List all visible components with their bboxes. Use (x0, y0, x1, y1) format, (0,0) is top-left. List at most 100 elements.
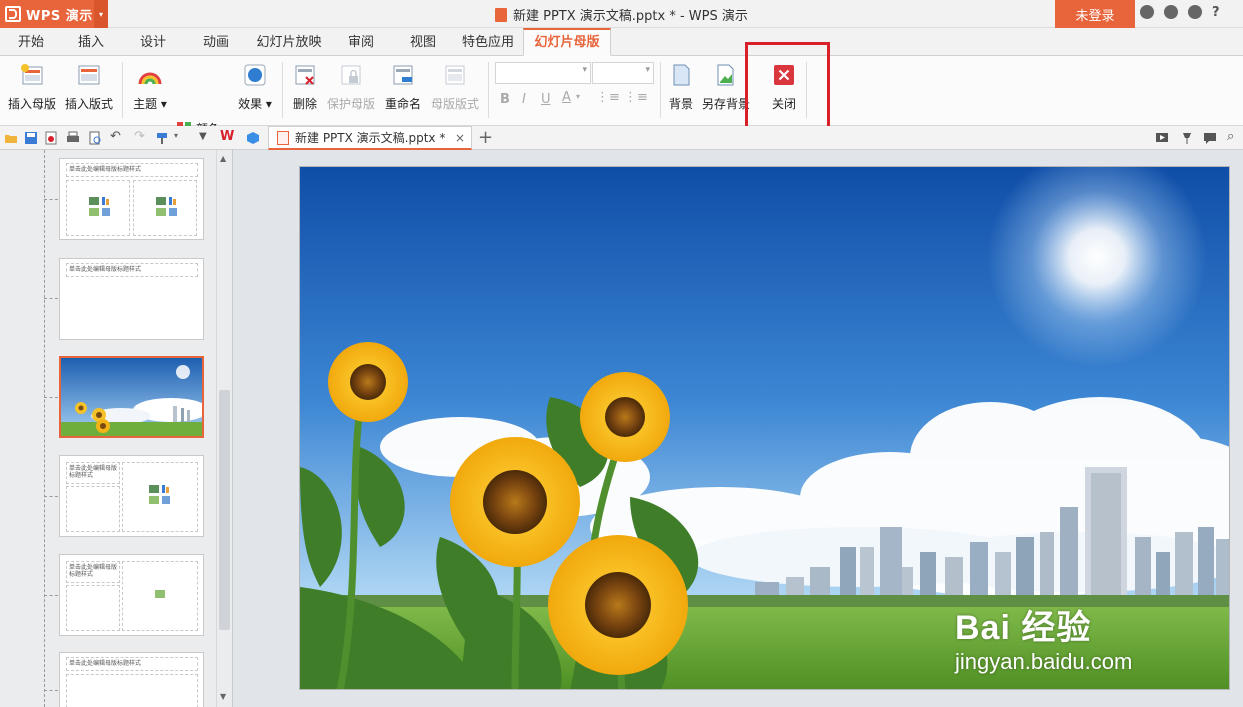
feedback-icon[interactable] (1188, 5, 1202, 19)
quick-access-toolbar: ↶ ↷ ▾ ▼ W 新建 PPTX 演示文稿.pptx * × + ⌕ (0, 126, 1243, 150)
search-icon[interactable]: ⌕ (1227, 129, 1234, 144)
chevron-down-icon[interactable]: ▼ (199, 131, 207, 142)
slideshow-play-icon[interactable] (1155, 131, 1169, 145)
print-preview-icon[interactable] (88, 131, 102, 145)
thumbnail-picture-caption[interactable]: 单击此处编辑母版标题样式 (59, 554, 204, 636)
protect-master-button[interactable]: 保护母版 (326, 62, 376, 112)
thumbnail-title: 单击此处编辑母版标题样式 (66, 462, 120, 484)
tab-home[interactable]: 开始 (8, 28, 54, 56)
redo-icon[interactable]: ↷ (134, 129, 145, 144)
scroll-up-icon[interactable]: ▲ (220, 154, 226, 163)
connector-tick (44, 199, 58, 200)
tab-special[interactable]: 特色应用 (458, 28, 518, 56)
thumbnail-vertical[interactable]: 单击此处编辑母版标题样式 (59, 652, 204, 707)
window-tools: ? (1140, 5, 1220, 20)
settings-icon[interactable] (1164, 5, 1178, 19)
insert-layout-button[interactable]: 插入版式 (63, 62, 115, 112)
thumbnail-image-selected[interactable] (59, 356, 204, 438)
customize-toolbar-icon[interactable]: ▾ (174, 131, 178, 140)
app-name: WPS 演示 (26, 8, 93, 24)
open-folder-icon[interactable] (4, 131, 18, 145)
format-painter-icon[interactable] (156, 131, 170, 145)
content-placeholder-icons (156, 197, 177, 216)
window-title: 新建 PPTX 演示文稿.pptx * - WPS 演示 (495, 5, 748, 24)
underline-button[interactable]: U (541, 92, 551, 107)
save-background-button[interactable]: 另存背景 (701, 62, 751, 112)
save-background-icon (717, 64, 734, 86)
thumbnail-comparison[interactable]: 单击此处编辑母版标题样式 (59, 455, 204, 537)
tab-slideshow[interactable]: 幻灯片放映 (252, 28, 326, 56)
baidu-jingyan-watermark: Bai 经验 jingyan.baidu.com (955, 600, 1132, 675)
bold-button[interactable]: B (500, 92, 510, 107)
thumbnail-title: 单击此处编辑母版标题样式 (66, 657, 198, 671)
theme-button[interactable]: 主题 ▾ (130, 62, 170, 112)
undo-icon[interactable]: ↶ (110, 129, 121, 144)
thumbnail-two-content[interactable]: 单击此处编辑母版标题样式 (59, 158, 204, 240)
chevron-down-icon[interactable]: ▾ (94, 0, 108, 28)
title-bar: WPS 演示 ▾ 新建 PPTX 演示文稿.pptx * - WPS 演示 未登… (0, 0, 1243, 28)
font-name-select[interactable] (495, 62, 591, 84)
tab-review[interactable]: 审阅 (338, 28, 384, 56)
font-color-button[interactable]: A (562, 90, 571, 105)
menu-bar: 开始 插入 设计 动画 幻灯片放映 审阅 视图 特色应用 幻灯片母版 (0, 28, 1243, 56)
pin-icon[interactable] (1180, 131, 1194, 145)
login-button[interactable]: 未登录 (1055, 0, 1135, 28)
insert-master-button[interactable]: 插入母版 (6, 62, 58, 112)
delete-slide-icon (295, 65, 315, 85)
italic-button[interactable]: I (522, 92, 526, 107)
delete-button[interactable]: 删除 (288, 62, 322, 112)
scroll-down-icon[interactable]: ▼ (220, 692, 226, 701)
close-tab-icon[interactable]: × (455, 131, 465, 145)
comment-icon[interactable] (1203, 131, 1217, 145)
thumbnail-content-left (66, 180, 130, 236)
bullet-list-icon[interactable]: ⋮≡ (596, 90, 620, 105)
thumbnail-vertical-text (66, 674, 198, 707)
theme-label: 主题 ▾ (133, 97, 167, 111)
connector-tick (44, 496, 58, 497)
tab-animation[interactable]: 动画 (193, 28, 239, 56)
scrollbar-thumb[interactable] (219, 390, 230, 630)
font-size-select[interactable] (592, 62, 654, 84)
background-button[interactable]: 背景 (665, 62, 697, 112)
numbered-list-icon[interactable]: ⋮≡ (624, 90, 648, 105)
document-tab[interactable]: 新建 PPTX 演示文稿.pptx * × (268, 126, 472, 150)
thumbnail-content-right (122, 462, 198, 532)
presentation-file-icon (495, 7, 507, 22)
connector-tick (44, 397, 58, 398)
tab-slide-master[interactable]: 幻灯片母版 (523, 28, 611, 56)
watermark-brand: Bai 经验 (955, 609, 1092, 647)
export-pdf-icon[interactable] (44, 131, 58, 145)
wps-w-icon[interactable]: W (220, 129, 234, 144)
window-title-text: 新建 PPTX 演示文稿.pptx * - WPS 演示 (513, 9, 748, 24)
insert-layout-icon (78, 65, 100, 85)
print-icon[interactable] (66, 131, 80, 145)
background-icon (673, 64, 690, 86)
save-background-label: 另存背景 (701, 97, 750, 111)
background-label: 背景 (668, 97, 693, 111)
thumbnail-scrollbar[interactable]: ▲ ▼ (216, 150, 232, 707)
thumbnail-title-only[interactable]: 单击此处编辑母版标题样式 (59, 258, 204, 340)
new-tab-icon[interactable]: + (478, 127, 493, 148)
effect-label: 效果 ▾ (238, 97, 272, 111)
font-color-dropdown-icon[interactable]: ▾ (576, 92, 580, 101)
skin-icon[interactable] (1140, 5, 1154, 19)
pptx-file-icon (277, 130, 289, 145)
app-menu-button[interactable]: WPS 演示 ▾ (0, 0, 108, 28)
thumbnail-text-left (66, 585, 120, 631)
master-layout-button[interactable]: 母版版式 (429, 62, 481, 112)
highlight-box (745, 42, 830, 137)
effect-button[interactable]: 效果 ▾ (236, 62, 274, 112)
tab-design[interactable]: 设计 (130, 28, 176, 56)
thumbnail-title: 单击此处编辑母版标题样式 (66, 263, 198, 277)
save-icon[interactable] (24, 131, 38, 145)
content-placeholder-icons (89, 197, 110, 216)
rename-button[interactable]: 重命名 (383, 62, 423, 112)
protect-master-label: 保护母版 (326, 97, 375, 111)
tab-insert[interactable]: 插入 (68, 28, 114, 56)
rename-label: 重命名 (384, 97, 421, 111)
tab-view[interactable]: 视图 (400, 28, 446, 56)
watermark-url: jingyan.baidu.com (955, 649, 1133, 674)
help-icon[interactable]: ? (1212, 5, 1220, 20)
cloud-cube-icon[interactable] (246, 131, 260, 145)
rename-icon (393, 65, 413, 85)
